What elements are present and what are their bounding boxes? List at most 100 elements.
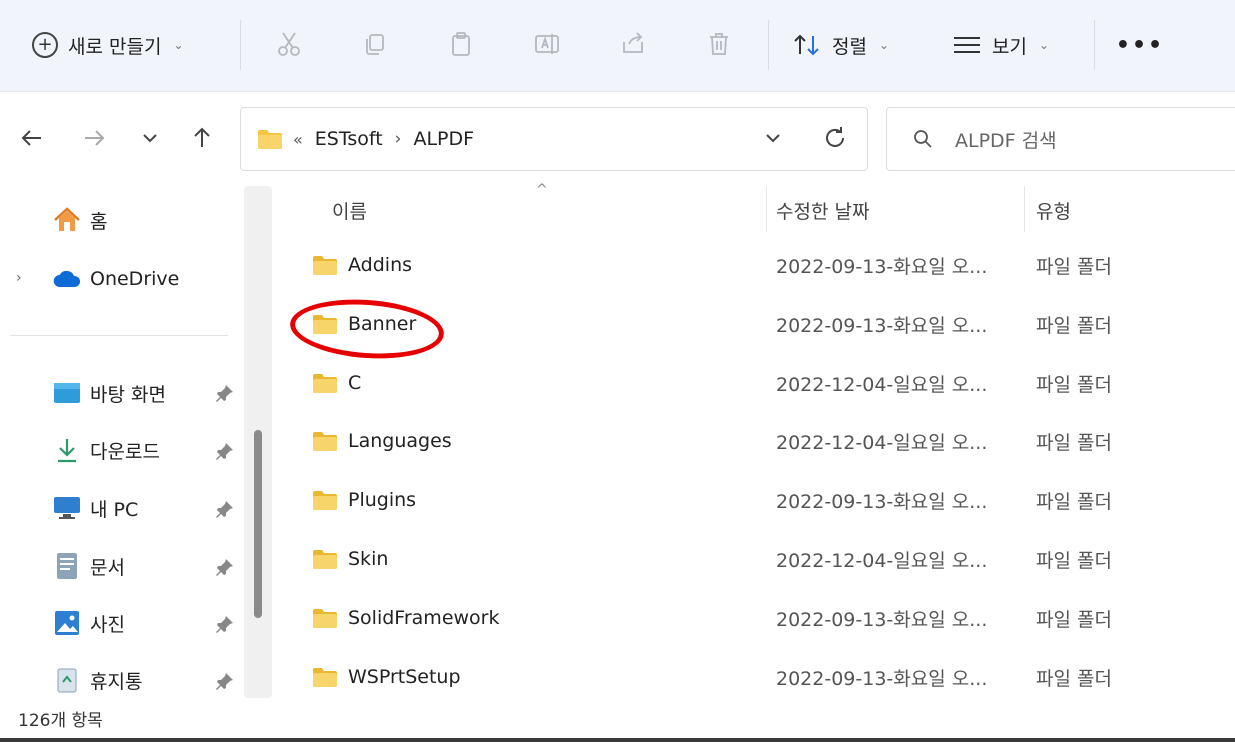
sidebar-item-recycle-bin[interactable]: 휴지통	[52, 660, 142, 700]
address-bar[interactable]: « ESTsoft › ALPDF	[240, 107, 868, 171]
sidebar-item-documents[interactable]: 문서	[52, 546, 125, 586]
file-date-cell: 2022-09-13-화요일 오...	[776, 667, 988, 690]
back-button[interactable]	[14, 118, 50, 158]
file-row[interactable]: Plugins 2022-09-13-화요일 오... 파일 폴더	[298, 475, 1235, 525]
rename-button[interactable]	[530, 27, 564, 61]
paste-icon	[452, 32, 470, 56]
toolbar-divider	[240, 20, 241, 70]
breadcrumb-overflow[interactable]: «	[293, 130, 303, 149]
address-history-button[interactable]	[761, 126, 785, 155]
new-button[interactable]: + 새로 만들기 ⌄	[22, 22, 222, 68]
column-header-name[interactable]: 이름	[332, 190, 367, 230]
file-type-cell: 파일 폴더	[1036, 608, 1112, 631]
share-icon	[623, 32, 643, 53]
folder-icon	[313, 550, 337, 569]
sidebar-item-label: 다운로드	[90, 440, 160, 463]
file-type-cell: 파일 폴더	[1036, 490, 1112, 513]
up-button[interactable]	[184, 118, 220, 158]
file-row[interactable]: Skin 2022-12-04-일요일 오... 파일 폴더	[298, 534, 1235, 584]
share-button[interactable]	[616, 27, 650, 61]
column-header-date[interactable]: 수정한 날짜	[776, 190, 869, 230]
pin-icon[interactable]	[214, 440, 236, 462]
file-date-cell: 2022-09-13-화요일 오...	[776, 608, 988, 631]
expand-chevron-icon[interactable]: ›	[16, 270, 22, 286]
trash-icon	[710, 33, 728, 55]
file-date-cell: 2022-12-04-일요일 오...	[776, 549, 988, 572]
file-row[interactable]: C 2022-12-04-일요일 오... 파일 폴더	[298, 358, 1235, 408]
navigation-pane: 홈 › OneDrive 바탕 화면 다운로드 내 PC 문서 사진 휴지통	[0, 180, 272, 700]
sidebar-item-desktop[interactable]: 바탕 화면	[52, 373, 166, 413]
sidebar-item-label: 문서	[90, 556, 125, 579]
sidebar-item-downloads[interactable]: 다운로드	[52, 430, 160, 470]
file-name-cell[interactable]: SolidFramework	[312, 593, 499, 643]
file-row[interactable]: Banner 2022-09-13-화요일 오... 파일 폴더	[298, 299, 1235, 349]
folder-icon	[258, 130, 282, 149]
pin-icon[interactable]	[214, 498, 236, 520]
file-name-cell[interactable]: Banner	[312, 299, 416, 349]
file-name: Languages	[348, 430, 452, 452]
sidebar-item-onedrive[interactable]: OneDrive	[52, 259, 179, 299]
file-name-cell[interactable]: Languages	[312, 416, 452, 466]
chevron-down-icon	[766, 134, 780, 143]
file-name-cell[interactable]: Skin	[312, 534, 388, 584]
pin-icon[interactable]	[214, 613, 236, 635]
recent-locations-button[interactable]	[132, 118, 168, 158]
search-box[interactable]: ALPDF 검색	[886, 107, 1235, 171]
column-divider[interactable]	[1024, 186, 1025, 232]
copy-button[interactable]	[358, 27, 392, 61]
file-name-cell[interactable]: C	[312, 358, 361, 408]
sidebar-item-this-pc[interactable]: 내 PC	[52, 488, 138, 528]
paste-button[interactable]	[444, 27, 478, 61]
recycle-bin-icon	[52, 665, 82, 695]
column-header-type[interactable]: 유형	[1036, 190, 1071, 230]
sidebar-item-label: 바탕 화면	[90, 383, 166, 406]
sidebar-item-label: 휴지통	[90, 670, 143, 693]
column-divider[interactable]	[766, 186, 767, 232]
rename-icon	[535, 34, 559, 54]
chevron-down-icon	[143, 134, 157, 143]
file-name: Banner	[348, 313, 417, 335]
view-button[interactable]: 보기 ⌄	[952, 22, 1049, 68]
file-type-cell: 파일 폴더	[1036, 373, 1112, 396]
search-input[interactable]: ALPDF 검색	[955, 126, 1057, 153]
cut-button[interactable]	[272, 27, 306, 61]
toolbar-divider	[1094, 20, 1095, 70]
file-row[interactable]: SolidFramework 2022-09-13-화요일 오... 파일 폴더	[298, 593, 1235, 643]
pin-icon[interactable]	[214, 670, 236, 692]
delete-button[interactable]	[702, 27, 736, 61]
file-name-cell[interactable]: Plugins	[312, 475, 416, 525]
file-row[interactable]: WSPrtSetup 2022-09-13-화요일 오... 파일 폴더	[298, 652, 1235, 702]
chevron-down-icon: ⌄	[878, 38, 890, 52]
file-name-cell[interactable]: WSPrtSetup	[312, 652, 461, 702]
folder-icon	[313, 432, 337, 451]
file-row[interactable]: Languages 2022-12-04-일요일 오... 파일 폴더	[298, 416, 1235, 466]
toolbar-divider	[768, 20, 769, 70]
sidebar-scrollbar-thumb[interactable]	[254, 430, 262, 618]
file-name: Addins	[348, 254, 413, 276]
file-type-cell: 파일 폴더	[1036, 667, 1112, 690]
sort-button[interactable]: 정렬 ⌄	[792, 22, 889, 68]
more-options-button[interactable]: •••	[1116, 22, 1162, 68]
pin-icon[interactable]	[214, 556, 236, 578]
file-row[interactable]: Addins 2022-09-13-화요일 오... 파일 폴더	[298, 240, 1235, 290]
copy-icon	[366, 34, 384, 55]
sidebar-item-pictures[interactable]: 사진	[52, 603, 125, 643]
command-bar: + 새로 만들기 ⌄ 정렬 ⌄ 보기 ⌄ •••	[0, 0, 1235, 92]
breadcrumb-alpdf[interactable]: ALPDF	[413, 128, 474, 150]
document-icon	[52, 551, 82, 581]
file-type-cell: 파일 폴더	[1036, 431, 1112, 454]
file-name: Skin	[348, 548, 389, 570]
sort-ascending-icon: ^	[536, 182, 548, 198]
add-circle-icon: +	[32, 32, 58, 58]
breadcrumb-estsoft[interactable]: ESTsoft	[315, 128, 383, 150]
window-bottom-edge	[0, 738, 1235, 742]
refresh-button[interactable]	[821, 124, 849, 157]
file-name-cell[interactable]: Addins	[312, 240, 412, 290]
chevron-down-icon: ⌄	[173, 38, 184, 52]
pin-icon[interactable]	[214, 382, 236, 404]
status-bar-item-count: 126개 항목	[18, 710, 103, 731]
sidebar-item-home[interactable]: 홈	[52, 200, 107, 240]
forward-button[interactable]	[76, 118, 112, 158]
home-icon	[52, 205, 82, 235]
folder-icon	[313, 609, 337, 628]
